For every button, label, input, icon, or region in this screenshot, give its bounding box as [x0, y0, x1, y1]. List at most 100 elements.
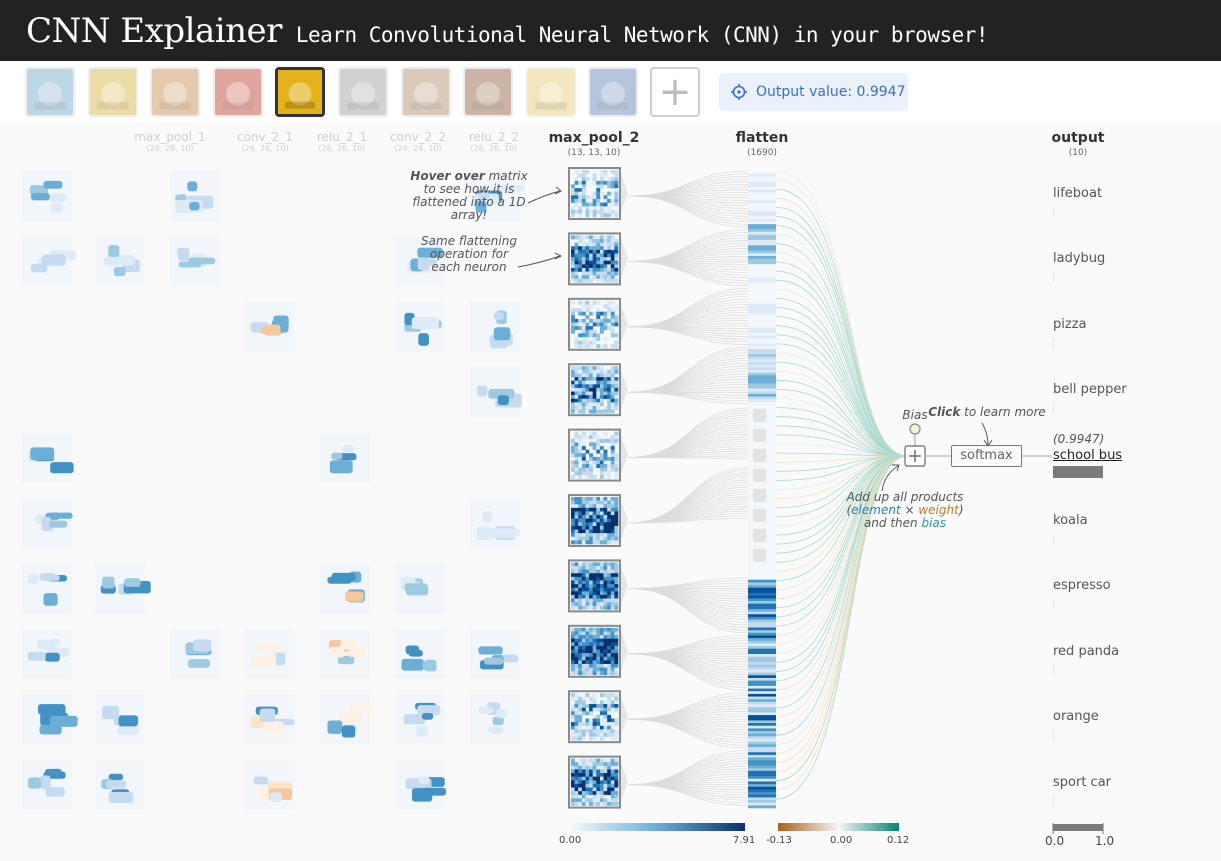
thumbnail-espresso[interactable]	[400, 67, 451, 117]
layer-dim: (26, 26, 10)	[241, 144, 289, 153]
feature-map-pixel	[614, 369, 619, 374]
output-class-espresso[interactable]: espresso	[1053, 578, 1111, 593]
thumbnail-sport-car[interactable]	[588, 67, 639, 117]
feature-map-pixel	[574, 460, 579, 465]
feature-map-pixel	[571, 587, 575, 592]
feature-map-pixel	[603, 267, 608, 272]
feature-map-pixel	[571, 714, 575, 719]
feature-map-pixel	[596, 366, 601, 371]
output-class-koala[interactable]: koala	[1053, 513, 1088, 528]
probability-bar	[1053, 207, 1054, 217]
add-image-button[interactable]: +	[650, 67, 700, 117]
feature-map-pixel	[574, 278, 579, 283]
thumbnail-pizza[interactable]	[150, 67, 201, 117]
feature-map-pixel	[581, 260, 586, 265]
feature-map-pixel	[589, 235, 593, 240]
feature-map-pixel	[596, 409, 601, 414]
feature-map-pixel	[614, 213, 619, 218]
feature-map-pixel	[578, 471, 583, 476]
feature-map-pixel	[571, 395, 575, 400]
feature-map-pixel	[603, 776, 608, 781]
feature-map-pixel	[581, 366, 586, 371]
feature-map-pixel	[599, 170, 604, 174]
output-class-bell-pepper[interactable]: bell pepper	[1053, 382, 1127, 397]
weight-term: weight	[918, 503, 959, 517]
feature-map-pixel	[607, 304, 612, 309]
feature-map-pixel	[589, 242, 593, 247]
feature-map-pixel	[571, 373, 575, 378]
feature-map-pixel	[589, 580, 593, 585]
feature-map-pixel	[599, 758, 604, 763]
thumbnail-lifeboat[interactable]	[25, 67, 75, 117]
feature-map-pixel	[581, 336, 586, 341]
softmax-button[interactable]: softmax	[951, 445, 1022, 467]
image-selector-bar: + Output value: 0.9947	[0, 61, 1221, 123]
feature-map-pixel	[603, 467, 608, 472]
faded-map-blob	[259, 708, 276, 722]
faded-map-blob	[108, 245, 120, 258]
output-class-orange[interactable]: orange	[1053, 709, 1099, 724]
output-class-ladybug[interactable]: ladybug	[1053, 251, 1105, 266]
feature-map-pixel	[610, 707, 615, 712]
feature-map-pixel	[603, 533, 608, 538]
feature-map-pixel	[571, 798, 575, 803]
layer-header-flatten[interactable]: flatten (1690)	[722, 130, 802, 158]
output-class-sport-car[interactable]: sport car	[1053, 775, 1111, 790]
flatten-element	[748, 691, 776, 695]
feature-map-pixel	[585, 584, 590, 589]
feature-map-pixel	[607, 373, 612, 378]
feature-map-pixel	[599, 580, 604, 585]
flatten-element	[748, 749, 776, 753]
feature-map-pixel	[574, 366, 579, 371]
feature-map-pixel	[578, 456, 583, 461]
feature-map-pixel	[581, 264, 586, 269]
feature-map-pixel	[614, 525, 619, 530]
feature-map-pixel	[610, 267, 615, 272]
thumbnail-ladybug[interactable]	[87, 67, 138, 117]
output-class-pizza[interactable]: pizza	[1053, 317, 1086, 332]
layer-header-output[interactable]: output (10)	[1043, 130, 1113, 158]
feature-map-pixel	[599, 725, 604, 730]
probability-bar	[1053, 599, 1054, 610]
faded-layer-relu-2-1[interactable]: relu_2_1 (26, 26, 10)	[302, 130, 382, 153]
feature-map-pixel	[610, 300, 615, 305]
output-value-button[interactable]: Output value: 0.9947	[719, 73, 908, 111]
faded-layer-conv-2-2[interactable]: conv_2_2 (24, 24, 10)	[378, 130, 458, 153]
feature-map-pixel	[592, 449, 597, 454]
feature-map-pixel	[581, 246, 586, 251]
feature-map-pixel	[589, 602, 593, 607]
feature-map-pixel	[578, 584, 583, 589]
feature-map-pixel	[574, 242, 579, 247]
feature-map-pixel	[610, 504, 615, 509]
faded-layer-max-pool-1[interactable]: max_pool_1 (28, 28, 10)	[130, 130, 210, 153]
output-class-school-bus[interactable]: school bus	[1053, 448, 1122, 463]
feature-map-pixel	[592, 213, 597, 218]
feature-map-pixel	[585, 758, 590, 763]
thumbnail-koala[interactable]	[338, 67, 388, 117]
thumbnail-bell-pepper[interactable]	[212, 67, 263, 117]
flatten-element	[748, 752, 776, 756]
feature-map-pixel	[592, 707, 597, 712]
thumbnail-red-panda[interactable]	[463, 67, 514, 117]
feature-map-pixel	[571, 801, 575, 806]
thumbnail-school-bus[interactable]	[275, 67, 326, 117]
thumbnail-orange[interactable]	[525, 67, 576, 117]
faded-layer-relu-2-2[interactable]: relu_2_2 (26, 26, 10)	[454, 130, 534, 153]
feature-map-pixel	[589, 366, 593, 371]
feature-map-pixel	[614, 580, 619, 585]
feature-map-pixel	[610, 587, 615, 592]
feature-map-pixel	[571, 576, 575, 581]
feature-map-pixel	[599, 562, 604, 567]
feature-map-pixel	[599, 271, 604, 276]
faded-layer-conv-2-1[interactable]: conv_2_1 (26, 26, 10)	[225, 130, 305, 153]
feature-map-pixel	[592, 271, 597, 276]
output-class-red-panda[interactable]: red panda	[1053, 644, 1119, 659]
faded-map-blob	[264, 652, 277, 661]
layer-header-max-pool-2[interactable]: max_pool_2 (13, 13, 10)	[544, 130, 644, 158]
faded-map-blob	[327, 720, 343, 734]
flatten-element	[748, 189, 776, 193]
output-class-lifeboat[interactable]: lifeboat	[1053, 186, 1102, 201]
flatten-element	[748, 399, 776, 403]
feature-map-pixel	[578, 257, 583, 262]
feature-map-pixel	[607, 402, 612, 407]
